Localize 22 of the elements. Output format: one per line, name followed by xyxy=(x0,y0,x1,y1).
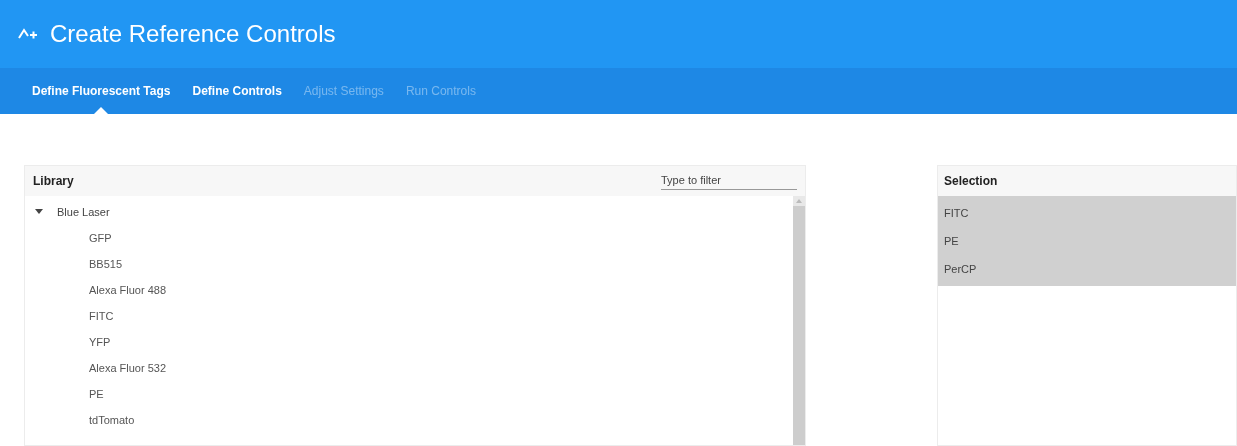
step-tab[interactable]: Define Fluorescent Tags xyxy=(32,68,171,114)
selection-item[interactable]: PE xyxy=(938,227,1236,255)
chevron-icon xyxy=(35,209,43,215)
selection-item[interactable]: FITC xyxy=(938,199,1236,227)
tree-item[interactable]: tdTomato xyxy=(35,404,793,430)
tree-item[interactable]: YFP xyxy=(35,326,793,352)
panel-title: Library xyxy=(33,173,74,190)
step-tab[interactable]: Define Controls xyxy=(192,68,282,114)
group-label: Blue Laser xyxy=(57,204,110,220)
filter-field[interactable]: Type to filter xyxy=(661,171,797,191)
tree-item[interactable]: Alexa Fluor 488 xyxy=(35,274,793,300)
window-title: Create Reference Controls xyxy=(50,19,336,49)
tree-item[interactable]: Alexa Fluor 532 xyxy=(35,352,793,378)
tree-item[interactable]: BB515 xyxy=(35,248,793,274)
selection-item[interactable]: PerCP xyxy=(938,255,1236,283)
curve-plus-icon xyxy=(18,27,38,41)
tree-item[interactable]: FITC xyxy=(35,300,793,326)
tree-item[interactable]: GFP xyxy=(35,222,793,248)
panel-title: Selection xyxy=(944,173,998,190)
tree-group[interactable]: Blue Laser xyxy=(35,202,793,222)
scroll-up-icon[interactable] xyxy=(796,199,802,203)
tree-item[interactable]: PE xyxy=(35,378,793,404)
